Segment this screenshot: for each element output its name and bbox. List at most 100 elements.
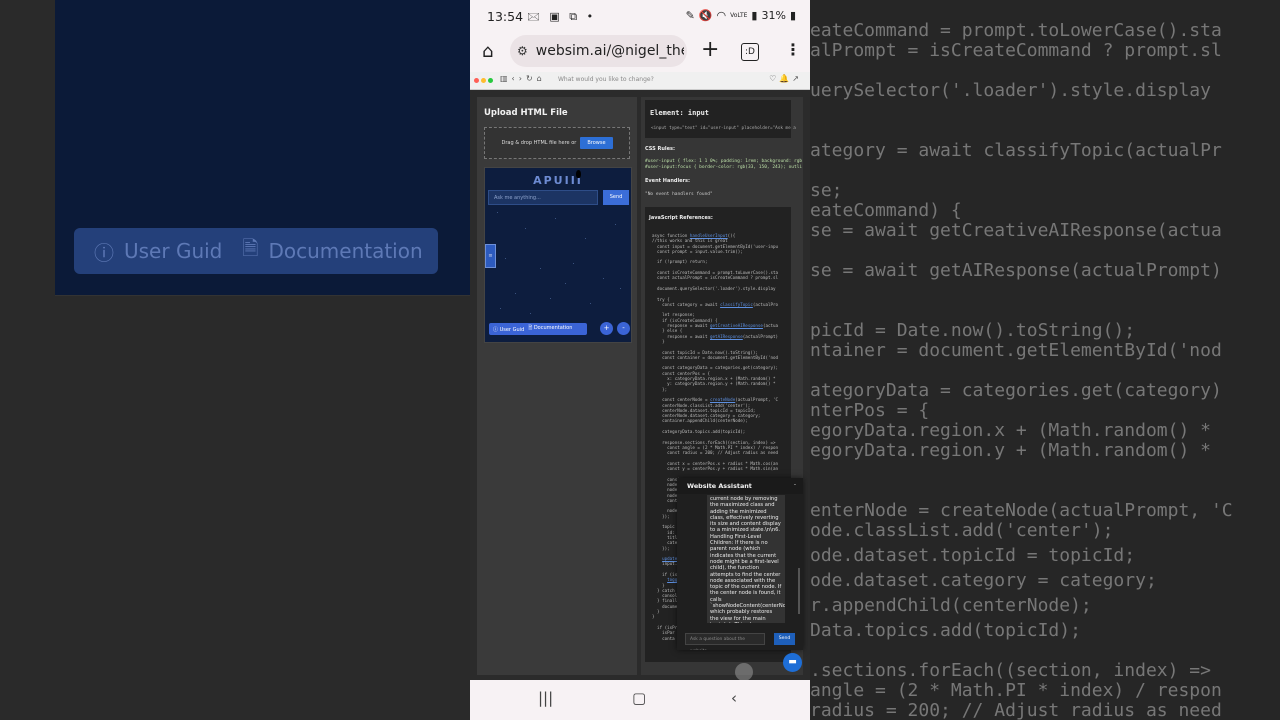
bg-code-line: eateCommand) {	[810, 200, 962, 221]
bg-code-line: egoryData.region.y + (Math.random() *	[810, 440, 1211, 461]
recent-apps-icon[interactable]: |||	[538, 689, 553, 707]
background-documentation: 🗎 Documentation	[242, 234, 422, 268]
touch-indicator	[735, 663, 753, 681]
assistant-message: current node by removing the maximized c…	[707, 495, 785, 623]
bg-code-line: r.appendChild(centerNode);	[810, 595, 1092, 616]
back-icon[interactable]: ‹	[731, 689, 737, 707]
event-handlers-label: Event Handlers:	[645, 178, 690, 184]
bg-code-line: nterPos = {	[810, 400, 930, 421]
browse-button[interactable]: Browse	[580, 137, 613, 149]
websim-right-icons[interactable]: ♡🔔↗	[769, 74, 802, 83]
pin-icon	[576, 170, 581, 178]
wifi-icon: ◠	[716, 9, 727, 22]
bg-code-line: enterNode = createNode(actualPrompt, 'C	[810, 500, 1233, 521]
background-left: ⓘ User Guid 🗎 Documentation	[0, 0, 470, 720]
bg-code-line: radius = 200; // Adjust radius as need	[810, 700, 1222, 720]
bg-code-line: egoryData.region.x + (Math.random() *	[810, 420, 1211, 441]
mute-icon: 🔇	[698, 9, 713, 22]
info-icon: ⓘ	[493, 326, 500, 333]
websim-toolbar: ▥‹›↻⌂ What would you like to change? ♡🔔↗	[470, 72, 810, 90]
preview-ask-input[interactable]: Ask me anything...	[488, 190, 598, 205]
css-rule-1: #user-input { flex: 1 1 0%; padding: 1re…	[645, 159, 803, 164]
upload-title: Upload HTML File	[484, 108, 568, 118]
bg-code-line: se = await getCreativeAIResponse(actua	[810, 220, 1222, 241]
code-line: const category = await classifyTopic(act…	[652, 301, 779, 307]
bg-code-line: Data.topics.add(topicId);	[810, 620, 1081, 641]
address-bar[interactable]: ⚙ websim.ai/@nigel_the_m	[510, 35, 687, 67]
status-time: 13:54	[487, 9, 524, 24]
maximize-dot[interactable]	[488, 78, 493, 83]
android-nav-bar: ||| ▢ ‹	[470, 680, 810, 720]
drop-text: Drag & drop HTML file here or	[501, 140, 577, 146]
assistant-header: Website Assistant -	[677, 478, 803, 494]
code-line: const centerNode = createNode(actualProm…	[652, 397, 779, 403]
background-button-bar: ⓘ User Guid 🗎 Documentation	[74, 228, 438, 274]
home-icon[interactable]: ⌂	[482, 41, 493, 62]
bg-code-line: ode.dataset.category = category;	[810, 570, 1157, 591]
drop-zone[interactable]: Drag & drop HTML file here or Browse	[484, 127, 630, 159]
element-box: Element: input <input type="text" id="us…	[645, 100, 796, 138]
bg-code-line: ntainer = document.getElementById('nod	[810, 340, 1222, 361]
status-bar: 13:54 🖂 ▣ ⧉ • ✎ 🔇 ◠ VoLTE ▮ 31% ▮	[470, 0, 810, 32]
website-assistant-panel: Website Assistant - current node by remo…	[677, 478, 803, 650]
bg-code-line: angle = (2 * Math.PI * index) / respon	[810, 680, 1222, 701]
bg-code-line: alPrompt = isCreateCommand ? prompt.sl	[810, 40, 1222, 61]
battery-percent: 31%	[761, 9, 786, 22]
preview-send-button[interactable]: Send	[603, 190, 629, 205]
volte-label: VoLTE	[730, 12, 748, 19]
bg-code-line: se = await getAIResponse(actualPrompt)	[810, 260, 1222, 281]
home-nav-icon[interactable]: ▢	[632, 689, 646, 707]
websim-prompt-input[interactable]: What would you like to change?	[558, 76, 654, 83]
phone-screen: 13:54 🖂 ▣ ⧉ • ✎ 🔇 ◠ VoLTE ▮ 31% ▮ ⌂ ⚙ we…	[470, 0, 810, 720]
assistant-title: Website Assistant	[687, 482, 752, 490]
browser-toolbar: ⌂ ⚙ websim.ai/@nigel_the_m + :D ⋮	[470, 32, 810, 72]
zoom-out-button[interactable]: -	[617, 322, 630, 335]
battery-icon: ▮	[789, 9, 796, 22]
sidebar-toggle-handle[interactable]: ≡	[485, 244, 496, 268]
upload-panel: Upload HTML File Drag & drop HTML file h…	[477, 97, 637, 675]
user-guide-button[interactable]: ⓘ User Guid	[493, 326, 524, 333]
assistant-question-input[interactable]: Ask a question about the website...	[685, 633, 765, 650]
new-tab-icon[interactable]: +	[701, 37, 719, 62]
code-line: const actualPrompt = isCreateCommand ? p…	[652, 275, 779, 281]
document-icon: 🗎	[242, 236, 259, 260]
signal-icon: ▮	[751, 9, 758, 22]
notification-icons: 🖂 ▣ ⧉ •	[527, 10, 597, 23]
assistant-minimize-button[interactable]: -	[794, 481, 796, 488]
more-menu-icon[interactable]: ⋮	[785, 40, 801, 59]
element-title: Element: input	[650, 109, 710, 117]
info-icon: ⓘ	[94, 240, 114, 265]
code-line: document.querySelector('.loader').style.…	[652, 285, 776, 291]
documentation-button[interactable]: 🗎 Documentation	[528, 325, 572, 333]
bg-code-line: uerySelector('.loader').style.display	[810, 80, 1211, 101]
bg-code-line: ategory = await classifyTopic(actualPr	[810, 140, 1222, 161]
zoom-in-button[interactable]: +	[600, 322, 613, 335]
code-line: const y = centerPos.y + radius * Math.si…	[652, 466, 779, 472]
tab-switcher-button[interactable]: :D	[741, 43, 759, 61]
background-user-guide: ⓘ User Guid	[94, 237, 222, 266]
bg-code-line: .sections.forEach((section, index) =>	[810, 660, 1211, 681]
code-line: const categoryData = categories.get(cate…	[652, 365, 779, 371]
assistant-scrollbar[interactable]	[798, 568, 800, 614]
js-references-label: JavaScript References:	[649, 215, 713, 221]
css-rules-label: CSS Rules:	[645, 146, 675, 152]
code-line: y: categoryData.region.y + (Math.random(…	[652, 381, 776, 387]
websim-nav-icons[interactable]: ▥‹›↻⌂	[500, 74, 546, 83]
element-code: <input type="text" id="user-input" place…	[651, 126, 796, 131]
bg-code-line: ode.classList.add('center');	[810, 520, 1114, 541]
assistant-send-button[interactable]: Send	[774, 633, 795, 645]
background-right-code: eateCommand = prompt.toLowerCase().sta a…	[810, 0, 1280, 720]
page-content: Upload HTML File Drag & drop HTML file h…	[470, 90, 810, 681]
chat-bubble-icon[interactable]: ▬	[783, 653, 802, 672]
minimize-dot[interactable]	[481, 78, 486, 83]
site-settings-icon[interactable]: ⚙	[517, 44, 528, 58]
close-dot[interactable]	[474, 78, 479, 83]
status-right-icons: ✎ 🔇 ◠ VoLTE ▮ 31% ▮	[686, 9, 796, 22]
event-handlers-text: "No event handlers found"	[645, 192, 713, 197]
bg-code-line: eateCommand = prompt.toLowerCase().sta	[810, 20, 1222, 41]
bg-code-line: ategoryData = categories.get(category)	[810, 380, 1222, 401]
preview-help-bar: ⓘ User Guid 🗎 Documentation	[489, 323, 587, 335]
code-line: response = await getAIResponse(actualPro…	[652, 333, 779, 339]
pen-icon: ✎	[685, 9, 695, 22]
bg-code-line: picId = Date.now().toString();	[810, 320, 1136, 341]
